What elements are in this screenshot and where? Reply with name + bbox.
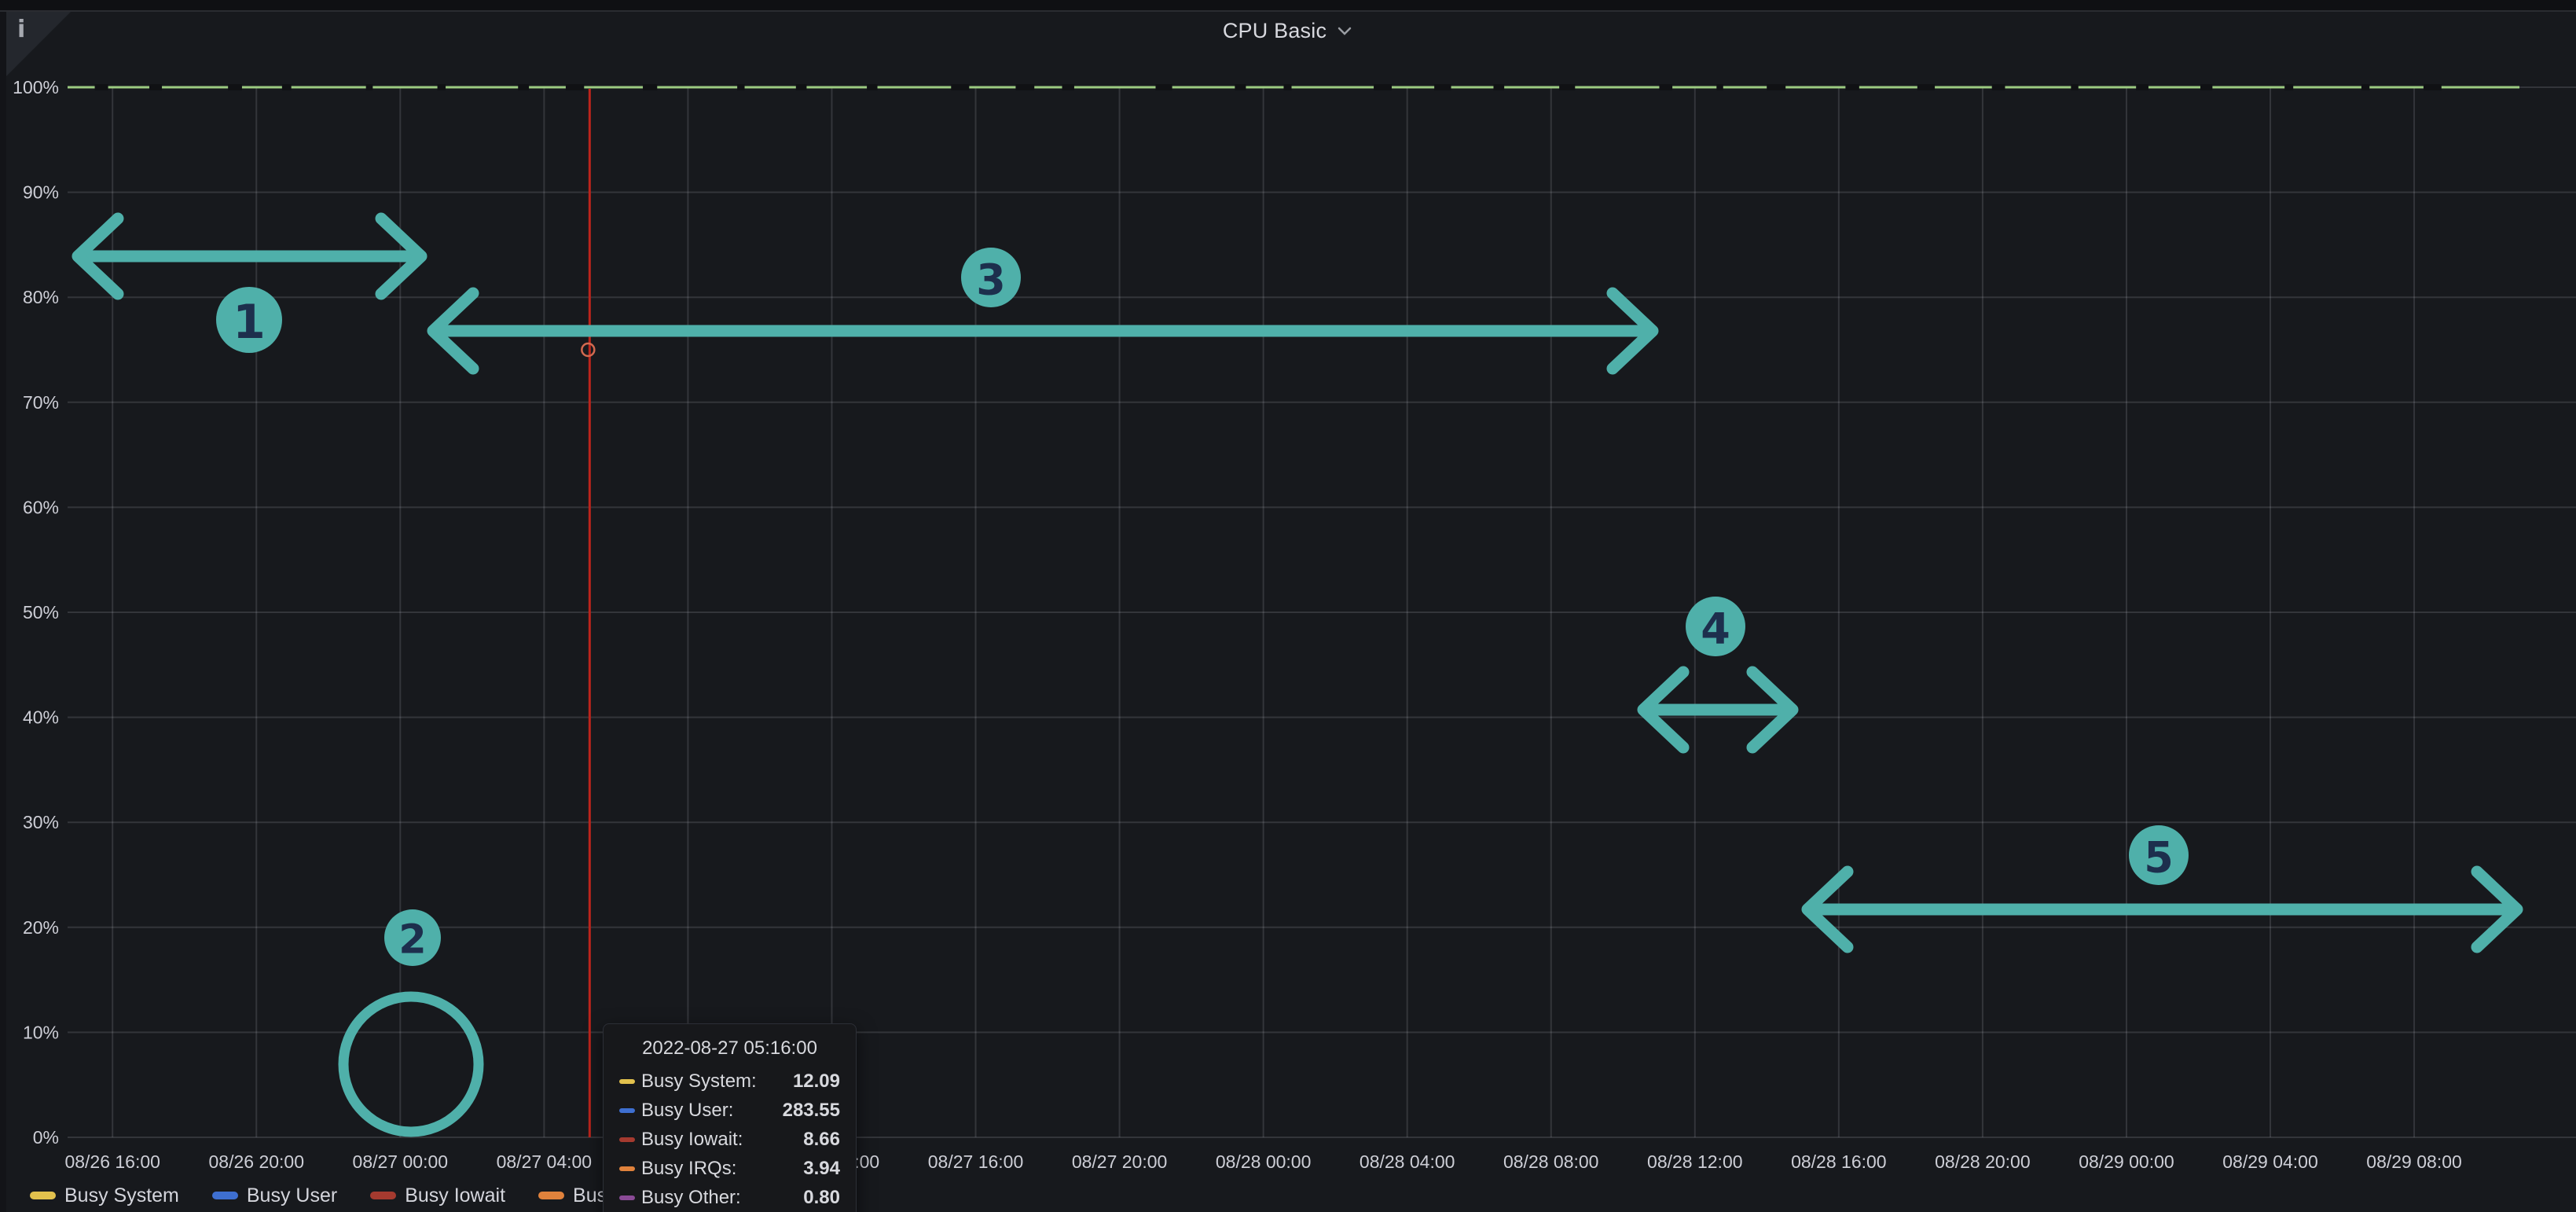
x-axis-label: 08/27 04:00 bbox=[497, 1151, 593, 1172]
y-axis-label: 40% bbox=[23, 707, 59, 728]
grafana-cpu-basic-screenshot: { "header": { "title": "CPU Basic" }, "i… bbox=[0, 0, 2576, 1212]
tooltip-series-label: Busy Iowait: bbox=[641, 1129, 743, 1151]
x-axis-label: 08/29 04:00 bbox=[2222, 1151, 2318, 1172]
tooltip-series-value: 3.94 bbox=[803, 1158, 840, 1180]
series-color-dash bbox=[619, 1079, 635, 1084]
tooltip-row: Busy System: 12.09 bbox=[619, 1067, 840, 1096]
tooltip-series-value: 0.80 bbox=[803, 1187, 840, 1209]
x-axis-label: 08/27 20:00 bbox=[1072, 1151, 1168, 1172]
legend-label: Busy Iowait bbox=[405, 1184, 505, 1207]
annotations-layer: 1 2 3 4 5 bbox=[78, 219, 2517, 1132]
numbered-badge-annotation: 3 bbox=[961, 248, 1021, 307]
legend-label: Busy User bbox=[247, 1184, 337, 1207]
y-axis-label: 50% bbox=[23, 602, 59, 623]
badge-number: 4 bbox=[1701, 604, 1730, 654]
tooltip-row: Busy IRQs: 3.94 bbox=[619, 1154, 840, 1183]
x-axis-label: 08/26 20:00 bbox=[209, 1151, 305, 1172]
tooltip-series-label: Busy IRQs: bbox=[641, 1158, 736, 1180]
tooltip-series-value: 8.66 bbox=[803, 1129, 840, 1151]
legend-item[interactable]: Busy Iowait bbox=[370, 1184, 505, 1207]
series-color-dash bbox=[619, 1195, 635, 1200]
y-axis-label: 80% bbox=[23, 287, 59, 307]
x-axis-label: 08/27 16:00 bbox=[928, 1151, 1024, 1172]
y-axis-label: 0% bbox=[33, 1127, 59, 1148]
y-axis-label: 20% bbox=[23, 917, 59, 938]
y-axis-label: 60% bbox=[23, 497, 59, 517]
tooltip-series-value: 283.55 bbox=[783, 1100, 840, 1122]
tooltip-row: Busy Other: 0.80 bbox=[619, 1183, 840, 1212]
numbered-badge-annotation: 4 bbox=[1686, 597, 1745, 656]
x-axis-label: 08/28 16:00 bbox=[1791, 1151, 1887, 1172]
badge-number: 5 bbox=[2144, 833, 2174, 883]
tooltip-row: Busy User: 283.55 bbox=[619, 1096, 840, 1125]
badge-number: 3 bbox=[976, 255, 1006, 305]
legend-swatch bbox=[538, 1192, 564, 1199]
x-axis-label: 08/28 04:00 bbox=[1360, 1151, 1455, 1172]
tooltip-timestamp: 2022-08-27 05:16:00 bbox=[619, 1035, 840, 1062]
badge-number: 2 bbox=[398, 917, 427, 964]
x-axis-label: 08/29 08:00 bbox=[2366, 1151, 2462, 1172]
legend-swatch bbox=[30, 1192, 56, 1199]
y-axis-label: 10% bbox=[23, 1022, 59, 1042]
x-axis-label: 08/28 12:00 bbox=[1647, 1151, 1743, 1172]
x-axis-label: 08/28 00:00 bbox=[1216, 1151, 1312, 1172]
tooltip-series-label: Busy System: bbox=[641, 1071, 757, 1093]
tooltip-series-label: Busy User: bbox=[641, 1100, 733, 1122]
series-color-dash bbox=[619, 1137, 635, 1142]
legend-label: Busy System bbox=[64, 1184, 179, 1207]
highlight-ring-annotation bbox=[343, 997, 479, 1132]
x-axis-label: 08/27 00:00 bbox=[353, 1151, 449, 1172]
y-axis-label: 70% bbox=[23, 392, 59, 413]
double-arrow-annotation bbox=[78, 219, 421, 294]
double-arrow-annotation bbox=[1643, 672, 1793, 747]
series-color-dash bbox=[619, 1108, 635, 1113]
numbered-badge-annotation: 2 bbox=[384, 909, 441, 966]
y-axis-label: 90% bbox=[23, 182, 59, 203]
tooltip-series-label: Busy Other: bbox=[641, 1187, 741, 1209]
x-axis-label: 08/29 00:00 bbox=[2079, 1151, 2174, 1172]
tooltip-series-value: 12.09 bbox=[793, 1071, 840, 1093]
legend-swatch bbox=[370, 1192, 396, 1199]
numbered-badge-annotation: 5 bbox=[2129, 825, 2189, 885]
legend-item[interactable]: Busy User bbox=[212, 1184, 337, 1207]
legend-item[interactable]: Busy System bbox=[30, 1184, 179, 1207]
numbered-badge-annotation: 1 bbox=[216, 287, 282, 353]
chart-tooltip: 2022-08-27 05:16:00 Busy System:12.09Bus… bbox=[603, 1023, 857, 1212]
hover-point-marker bbox=[582, 343, 594, 356]
series-color-dash bbox=[619, 1166, 635, 1171]
tooltip-row: Busy Iowait: 8.66 bbox=[619, 1125, 840, 1154]
grid-lines bbox=[68, 87, 2576, 1137]
chart-legend: Busy SystemBusy UserBusy IowaitBusy IRQs bbox=[30, 1184, 667, 1207]
legend-swatch bbox=[212, 1192, 238, 1199]
x-axis-label: 08/26 16:00 bbox=[64, 1151, 160, 1172]
y-axis-label: 30% bbox=[23, 812, 59, 832]
tooltip-rows: Busy System: 12.09 Busy User: 283.55 Busy Io… bbox=[619, 1067, 840, 1212]
cpu-usage-chart[interactable]: 0% 10% 20% 30% 40% 50% 60% 70% 80% 90% 100% 08/26 1… bbox=[0, 0, 2576, 1212]
badge-number: 1 bbox=[233, 295, 266, 350]
x-axis-label: 08/28 20:00 bbox=[1935, 1151, 2031, 1172]
double-arrow-annotation bbox=[433, 293, 1653, 369]
y-axis-label: 100% bbox=[13, 77, 59, 97]
x-axis-label: 08/28 08:00 bbox=[1503, 1151, 1599, 1172]
